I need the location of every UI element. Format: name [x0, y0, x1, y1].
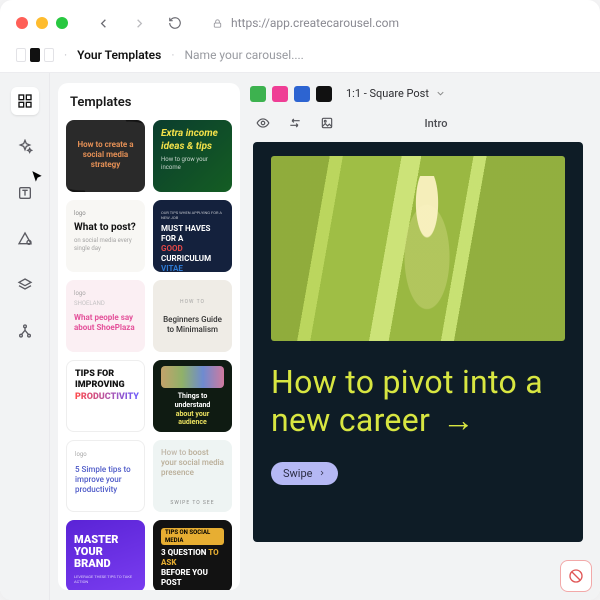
template-card[interactable]: logoSHOELAND What people say about ShoeP…	[66, 280, 145, 352]
chevron-down-icon	[435, 88, 446, 99]
document-swatch-toggle[interactable]	[16, 48, 54, 62]
template-card[interactable]: How to boost your social media presence …	[153, 440, 232, 512]
lock-icon	[212, 18, 223, 29]
slide-photo[interactable]	[271, 156, 565, 341]
nav-refresh-button[interactable]	[162, 10, 188, 36]
cursor-icon	[30, 170, 44, 184]
slide-headline[interactable]: How to pivot into a new career →	[271, 363, 565, 440]
templates-panel-title: Templates	[70, 95, 228, 110]
sidebar-shapes-button[interactable]	[11, 225, 39, 253]
sidebar-ai-button[interactable]	[11, 133, 39, 161]
chevron-right-icon	[318, 469, 326, 477]
preview-visibility-button[interactable]	[254, 114, 272, 132]
sidebar-structure-button[interactable]	[11, 317, 39, 345]
template-card[interactable]: TIPS FORIMPROVINGPRODUCTIVITY	[66, 360, 145, 432]
url-text: https://app.createcarousel.com	[231, 16, 399, 30]
slide-title: Intro	[350, 117, 522, 130]
swap-button[interactable]	[286, 114, 304, 132]
nav-back-button[interactable]	[90, 10, 116, 36]
template-card[interactable]: MASTERYOUR BRAND LEVERAGE THESE TIPS TO …	[66, 520, 145, 590]
social-icon[interactable]	[294, 86, 310, 102]
template-card[interactable]: HOW TOBeginners Guide to Minimalism	[153, 280, 232, 352]
arrow-right-icon: →	[442, 401, 474, 439]
template-card[interactable]: Things to understandabout your audience	[153, 360, 232, 432]
slide-canvas[interactable]: How to pivot into a new career → Swipe	[253, 142, 583, 542]
breadcrumb-current[interactable]: Your Templates	[77, 48, 161, 62]
swipe-button[interactable]: Swipe	[271, 462, 338, 485]
social-icon[interactable]	[250, 86, 266, 102]
address-bar[interactable]: https://app.createcarousel.com	[212, 16, 399, 30]
template-card[interactable]: Extra incomeideas & tips How to grow you…	[153, 120, 232, 192]
image-button[interactable]	[318, 114, 336, 132]
sidebar-layers-button[interactable]	[11, 271, 39, 299]
aspect-ratio-select[interactable]: 1:1 - Square Post	[338, 85, 454, 102]
template-card[interactable]: OUR TIPS WHEN APPLYING FOR A NEW JOB MUS…	[153, 200, 232, 272]
social-icon[interactable]	[272, 86, 288, 102]
template-card[interactable]: How to create asocial mediastrategy	[66, 120, 145, 192]
template-card[interactable]: logo 5 Simple tips to improve your produ…	[66, 440, 145, 512]
window-traffic-lights[interactable]	[16, 17, 68, 29]
delete-slide-button[interactable]	[560, 560, 592, 592]
templates-panel: Templates How to create asocial mediastr…	[58, 83, 240, 590]
nav-forward-button[interactable]	[126, 10, 152, 36]
carousel-name-input[interactable]: Name your carousel....	[184, 48, 303, 62]
template-card[interactable]: logo What to post? on social media every…	[66, 200, 145, 272]
social-icon[interactable]	[316, 86, 332, 102]
template-card[interactable]: TIPS ON SOCIAL MEDIA 3 QUESTION TO ASKBE…	[153, 520, 232, 590]
sidebar-templates-button[interactable]	[11, 87, 39, 115]
